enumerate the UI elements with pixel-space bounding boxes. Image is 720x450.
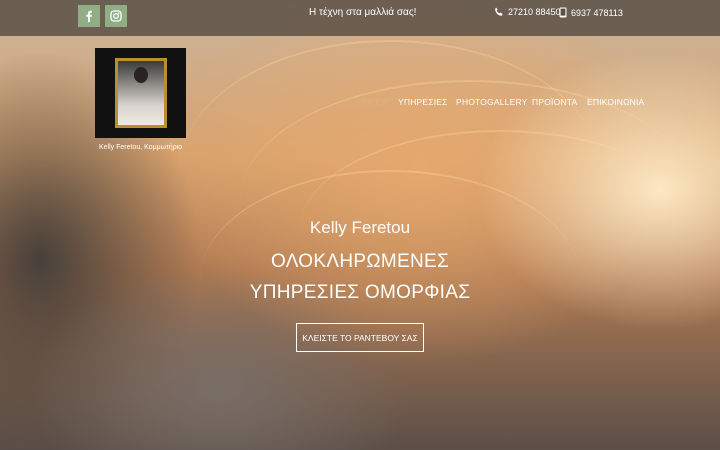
phone-icon [495,7,503,16]
facebook-icon [86,10,92,22]
phone-landline-number: 27210 88450 [508,7,561,17]
nav-item-services[interactable]: ΥΠΗΡΕΣΙΕΣ [398,97,448,107]
nav-item-contact[interactable]: ΕΠΙΚΟΙΝΩΝΙΑ [587,97,644,107]
phone-landline-link[interactable]: 27210 88450 [494,7,561,17]
logo-caption: Kelly Feretou, Κομμωτήριο [99,144,183,151]
phone-mobile-link[interactable]: 6937 478113 [559,7,623,18]
mobile-phone-icon [559,7,567,18]
logo-portrait [114,58,167,128]
instagram-link[interactable] [105,5,127,27]
instagram-icon [110,10,122,22]
book-appointment-button[interactable]: ΚΛΕΙΣΤΕ ΤΟ ΡΑΝΤΕΒΟΥ ΣΑΣ [296,323,424,352]
nav-item-home[interactable]: ΑΡΧΙΚΗ [355,97,387,107]
top-bar: Η τέχνη στα μαλλιά σας! 27210 88450 6937… [0,0,720,36]
nav-item-photogallery[interactable]: PHOTOGALLERY [456,97,528,107]
hero-title-line1: ΟΛΟΚΛΗΡΩΜΕΝΕΣ [270,251,449,272]
hero-subtitle: Kelly Feretou [309,218,411,237]
hair-texture [200,170,580,390]
hero-title-line2: ΥΠΗΡΕΣΙΕΣ ΟΜΟΡΦΙΑΣ [249,282,471,303]
facebook-link[interactable] [78,5,100,27]
site-logo[interactable] [95,48,186,138]
tagline: Η τέχνη στα μαλλιά σας! [309,7,417,18]
phone-mobile-number: 6937 478113 [571,7,623,18]
nav-item-products[interactable]: ΠΡΟΪΟΝΤΑ [532,97,577,107]
